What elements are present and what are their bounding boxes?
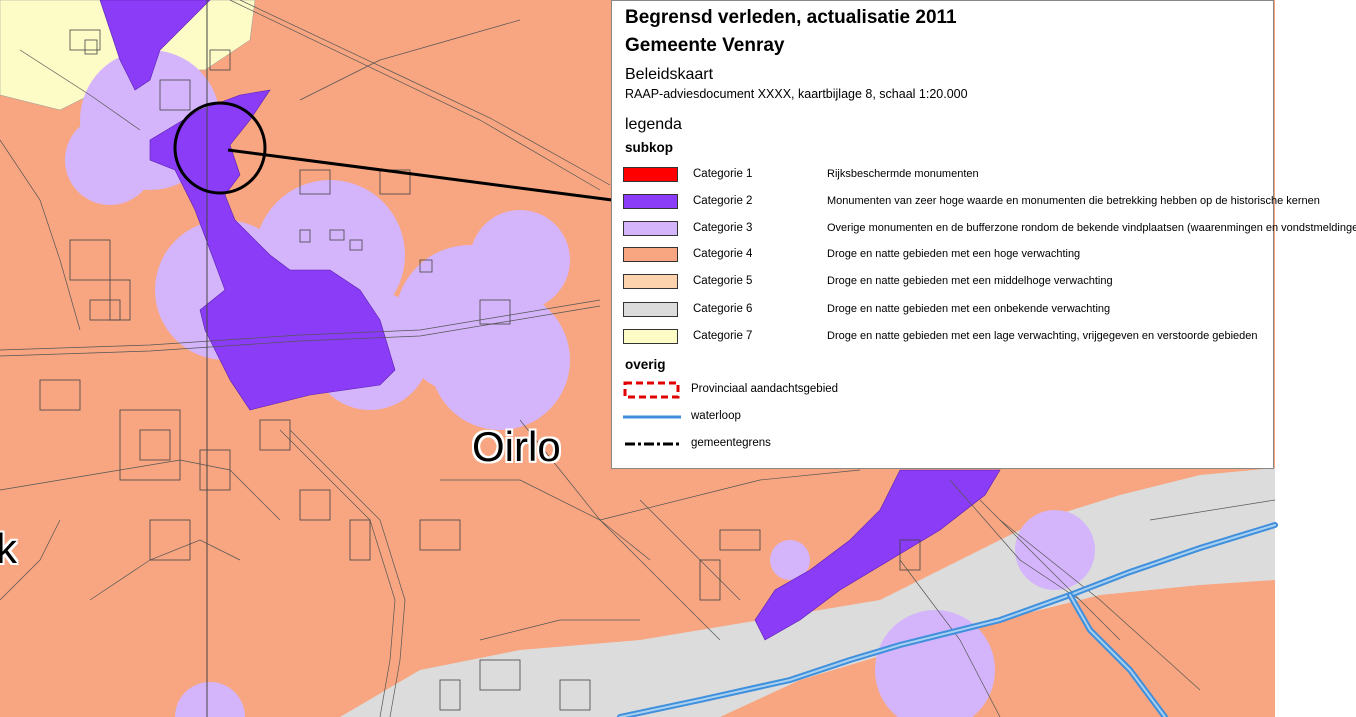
category-description: Droge en natte gebieden met een hoge ver… <box>827 248 1081 260</box>
category-swatch <box>623 302 678 317</box>
category-swatch <box>623 247 678 262</box>
category-swatch <box>623 274 678 289</box>
document-note: RAAP-adviesdocument XXXX, kaartbijlage 8… <box>625 87 968 101</box>
legend-row: Categorie 6 Droge en natte gebieden met … <box>623 301 1273 319</box>
map-type: Beleidskaart <box>625 66 714 83</box>
category-swatch <box>623 194 678 209</box>
legend-row: Categorie 5 Droge en natte gebieden met … <box>623 273 1273 291</box>
legend-panel: Begrensd verleden, actualisatie 2011 Gem… <box>611 0 1356 469</box>
category-label: Categorie 1 <box>693 168 753 180</box>
dash-dot-line-icon <box>625 442 679 446</box>
place-label-fragment: k <box>0 525 17 572</box>
blue-line-icon <box>623 415 681 419</box>
category-description: Droge en natte gebieden met een onbekend… <box>827 303 1111 315</box>
dashed-red-box-icon <box>623 381 680 399</box>
category-label: Categorie 5 <box>693 275 753 287</box>
category-label: Categorie 2 <box>693 195 753 207</box>
legend-row: Categorie 4 Droge en natte gebieden met … <box>623 246 1273 264</box>
legend-row: Categorie 3 Overige monumenten en de buf… <box>623 220 1356 238</box>
map-margin <box>1275 465 1356 717</box>
symbol-label: Provinciaal aandachtsgebied <box>691 383 839 395</box>
place-label-oirlo: Oirlo <box>472 423 561 470</box>
legend-row: Categorie 2 Monumenten van zeer hoge waa… <box>623 193 1320 211</box>
category-label: Categorie 6 <box>693 303 753 315</box>
legend-row: Categorie 1 Rijksbeschermde monumenten <box>623 166 1273 184</box>
category-label: Categorie 3 <box>693 222 753 234</box>
category-description: Droge en natte gebieden met een lage ver… <box>827 330 1258 342</box>
legend-row: gemeentegrens <box>623 435 1273 453</box>
category-swatch <box>623 167 678 182</box>
legend-heading: legenda <box>625 116 682 133</box>
category-description: Droge en natte gebieden met een middelho… <box>827 275 1113 287</box>
symbol-label: gemeentegrens <box>691 437 771 449</box>
category-swatch <box>623 221 678 236</box>
legend-row: Provinciaal aandachtsgebied <box>623 381 1273 399</box>
legend-row: Categorie 7 Droge en natte gebieden met … <box>623 328 1273 346</box>
category-description: Overige monumenten en de bufferzone rond… <box>827 222 1356 234</box>
category-label: Categorie 4 <box>693 248 753 260</box>
category-swatch <box>623 329 678 344</box>
subkop-heading: subkop <box>625 140 674 155</box>
category-description: Rijksbeschermde monumenten <box>827 168 979 180</box>
legend-row: waterloop <box>623 408 1273 426</box>
category-description: Monumenten van zeer hoge waarde en monum… <box>827 195 1320 207</box>
map-title: Begrensd verleden, actualisatie 2011 <box>625 7 957 28</box>
overig-heading: overig <box>625 357 666 372</box>
symbol-label: waterloop <box>691 410 741 422</box>
category-label: Categorie 7 <box>693 330 753 342</box>
map-subtitle: Gemeente Venray <box>625 35 785 56</box>
